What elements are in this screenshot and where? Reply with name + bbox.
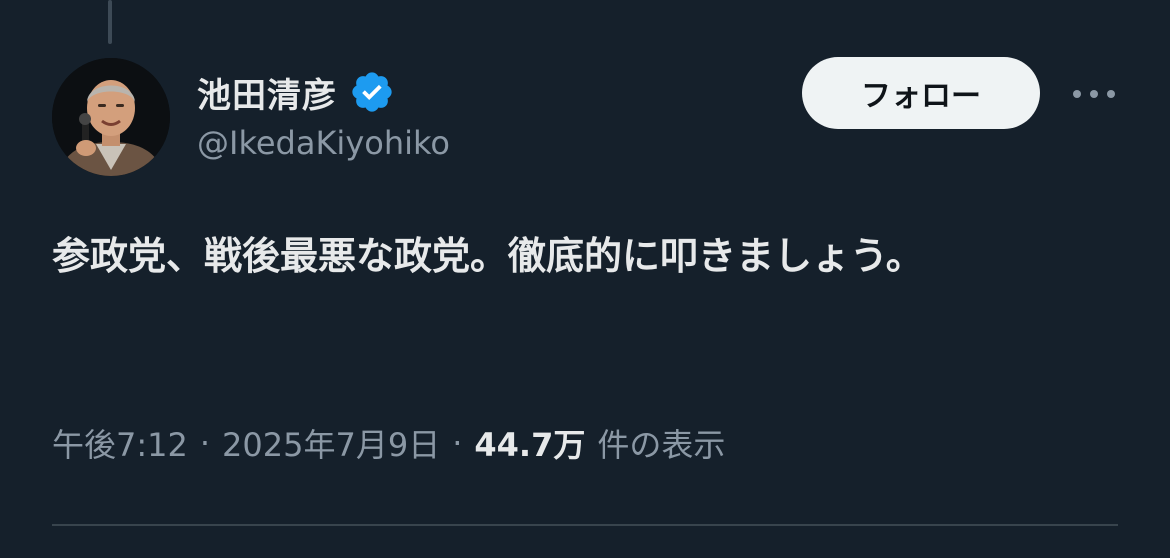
views-count: 44.7万: [474, 426, 586, 464]
meta-separator: ·: [452, 424, 463, 462]
tweet-date[interactable]: 2025年7月9日: [222, 420, 440, 466]
more-dot: [1107, 90, 1115, 98]
more-dot: [1090, 90, 1098, 98]
thread-connector-line: [108, 0, 112, 44]
verified-badge-icon[interactable]: [349, 69, 395, 115]
author-display-name[interactable]: 池田清彦: [197, 68, 337, 117]
tweet-time[interactable]: 午後7:12: [52, 420, 188, 466]
divider: [52, 524, 1118, 526]
author-name-row: 池田清彦: [197, 62, 395, 122]
more-dot: [1073, 90, 1081, 98]
avatar-photo-icon: [52, 58, 170, 176]
tweet-text: 参政党、戦後最悪な政党。徹底的に叩きましょう。: [52, 234, 924, 278]
follow-button[interactable]: フォロー: [802, 57, 1040, 129]
tweet-meta: 午後7:12 · 2025年7月9日 · 44.7万 件の表示: [52, 418, 725, 468]
views-label: 件の表示: [597, 426, 726, 464]
author-handle[interactable]: @IkedaKiyohiko: [197, 124, 450, 162]
meta-separator: ·: [199, 424, 211, 462]
more-icon[interactable]: [1064, 76, 1124, 112]
author-avatar[interactable]: [52, 58, 170, 176]
